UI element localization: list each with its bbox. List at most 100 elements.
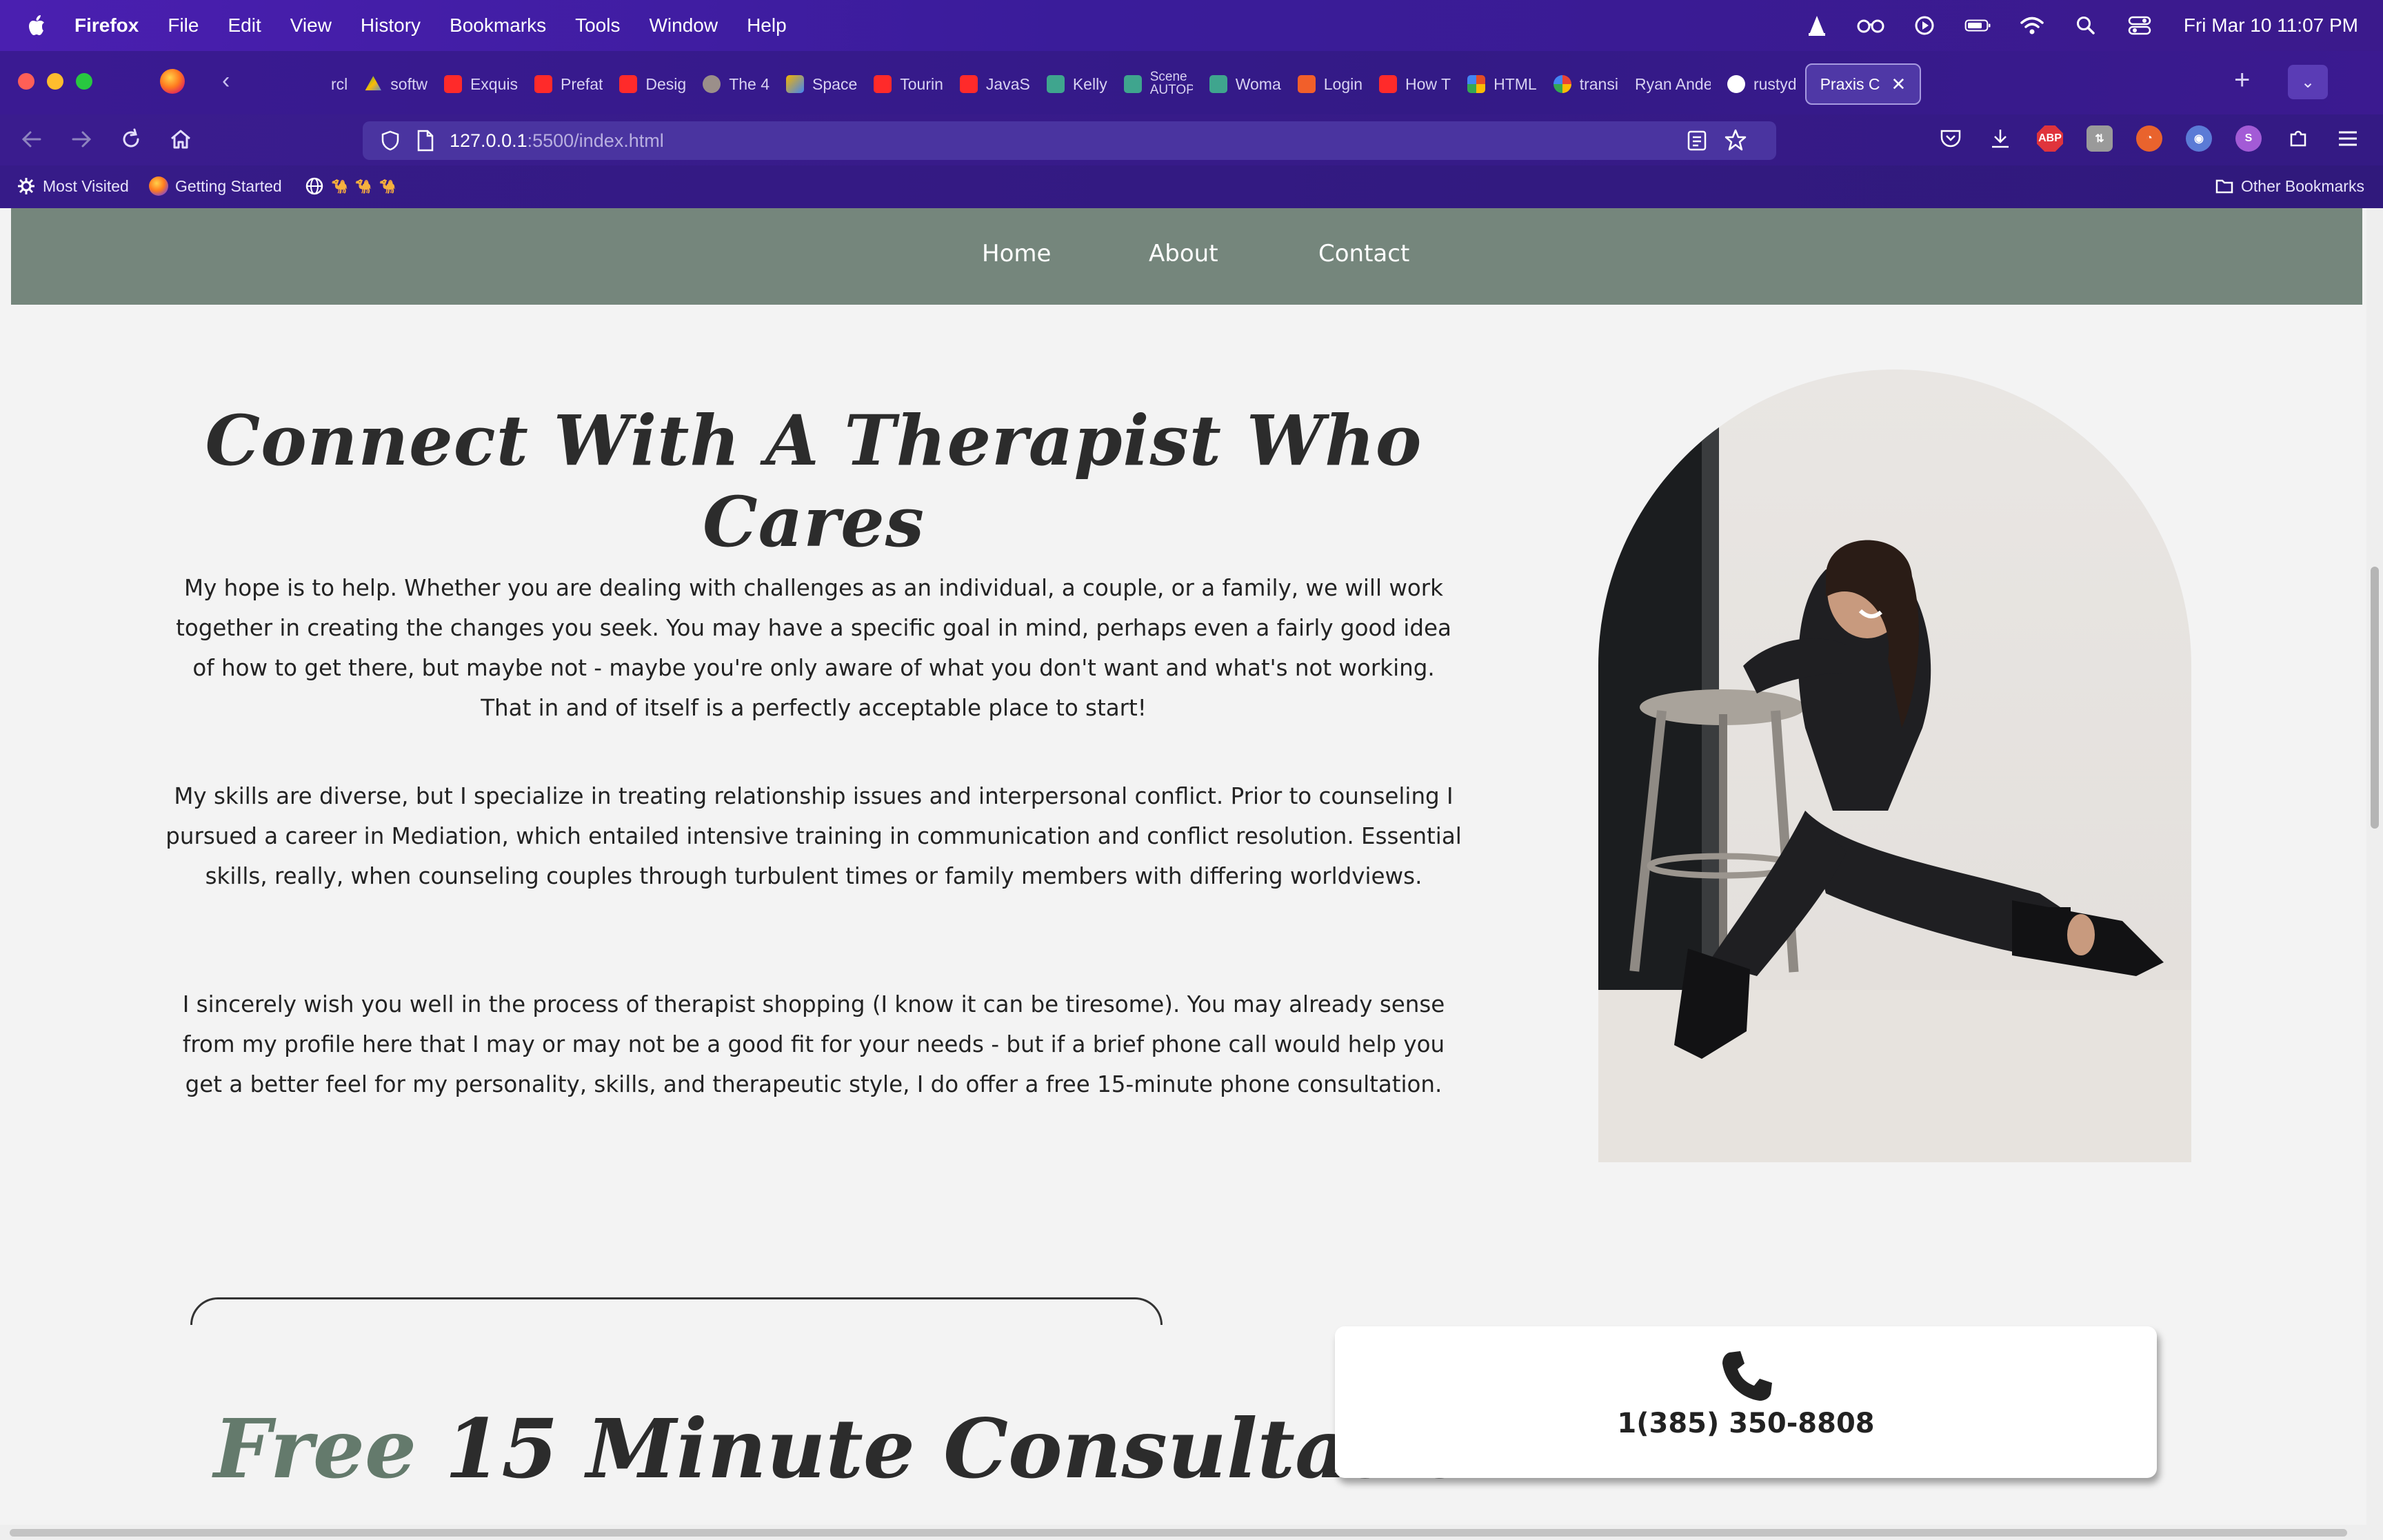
tab-active[interactable]: Praxis C ✕: [1804, 63, 1922, 105]
reload-button[interactable]: [119, 127, 143, 156]
tab[interactable]: Scene AUTOPI: [1116, 63, 1201, 105]
menu-edit[interactable]: Edit: [228, 14, 261, 37]
tab-strip: ‹ rcl softw Exquis Prefat Desig The 4 Sp…: [0, 51, 2383, 114]
page-info-icon[interactable]: [416, 130, 434, 152]
menu-bookmarks[interactable]: Bookmarks: [450, 14, 546, 37]
vertical-scrollbar[interactable]: [2366, 208, 2383, 1540]
consultation-paragraph: I sincerely wish you well in the process…: [182, 991, 1445, 1097]
bookmark-getting-started[interactable]: Getting Started: [149, 176, 282, 196]
tab[interactable]: Desig: [611, 63, 694, 105]
wifi-icon[interactable]: [2018, 14, 2046, 37]
tab[interactable]: Ryan Ande: [1627, 63, 1719, 105]
extension-icon[interactable]: ⇅: [2087, 125, 2113, 152]
forward-button[interactable]: [69, 127, 94, 156]
shield-icon[interactable]: [379, 130, 401, 152]
minimize-window-button[interactable]: [47, 73, 63, 90]
nav-link-about[interactable]: About: [1149, 240, 1218, 267]
youtube-icon: [959, 75, 978, 93]
youtube-icon: [1379, 75, 1398, 93]
pocket-icon[interactable]: [1938, 125, 1964, 152]
menu-history[interactable]: History: [361, 14, 421, 37]
macos-menubar: Firefox File Edit View History Bookmarks…: [0, 0, 2383, 51]
nav-link-home[interactable]: Home: [982, 240, 1051, 267]
apple-menu-icon[interactable]: [23, 12, 51, 39]
glasses-icon[interactable]: [1857, 14, 1884, 37]
fullscreen-window-button[interactable]: [76, 73, 92, 90]
tab[interactable]: Space: [778, 63, 865, 105]
tab[interactable]: Kelly: [1038, 63, 1116, 105]
tab[interactable]: Prefat: [526, 63, 611, 105]
camel-icon: 🐪: [331, 179, 348, 194]
extension-icon[interactable]: ◉: [2186, 125, 2212, 152]
home-button[interactable]: [168, 127, 193, 156]
url-path: :5500/index.html: [527, 130, 664, 151]
horizontal-scrollbar-thumb[interactable]: [10, 1529, 2347, 1537]
menubar-clock[interactable]: Fri Mar 10 11:07 PM: [2184, 14, 2358, 37]
menu-window[interactable]: Window: [649, 14, 718, 37]
psychology-today-icon: [1046, 75, 1065, 93]
control-center-icon[interactable]: [2126, 14, 2153, 37]
tab-label: The 4: [729, 74, 770, 93]
firefox-view-icon[interactable]: [160, 69, 185, 94]
tab[interactable]: HTML: [1459, 63, 1545, 105]
vlc-icon[interactable]: [1803, 14, 1831, 37]
space-favicon-icon: [786, 75, 805, 93]
downloads-icon[interactable]: [1987, 125, 2013, 152]
phone-number[interactable]: 1(385) 350-8808: [1335, 1408, 2157, 1439]
address-bar[interactable]: 127.0.0.1:5500/index.html: [363, 121, 1776, 160]
tab[interactable]: Woma: [1201, 63, 1289, 105]
horizontal-scrollbar[interactable]: [0, 1525, 2366, 1540]
tab[interactable]: rustyd: [1719, 63, 1805, 105]
app-menu-icon[interactable]: [2335, 125, 2361, 152]
url-text[interactable]: 127.0.0.1:5500/index.html: [450, 130, 664, 152]
tab[interactable]: Login: [1289, 63, 1371, 105]
window-controls: [18, 73, 92, 90]
menu-file[interactable]: File: [168, 14, 199, 37]
bookmark-other-bookmarks[interactable]: Other Bookmarks: [2215, 176, 2364, 196]
chevron-left-icon[interactable]: ‹: [222, 68, 230, 94]
tab[interactable]: transi: [1545, 63, 1627, 105]
new-tab-button[interactable]: +: [2234, 65, 2250, 96]
bookmark-folder-globe[interactable]: 🐪 🐪 🐪: [305, 176, 396, 196]
close-window-button[interactable]: [18, 73, 34, 90]
back-button[interactable]: [19, 127, 44, 156]
menu-tools[interactable]: Tools: [575, 14, 620, 37]
extension-icon[interactable]: S: [2235, 125, 2262, 152]
nav-link-contact[interactable]: Contact: [1318, 240, 1409, 267]
list-all-tabs-button[interactable]: ⌄: [2288, 65, 2328, 99]
gear-icon: [18, 178, 34, 194]
menu-app-firefox[interactable]: Firefox: [74, 14, 139, 37]
tab[interactable]: The 4: [694, 63, 778, 105]
consultation-divider: [190, 1297, 1163, 1325]
menu-help[interactable]: Help: [747, 14, 787, 37]
bookmark-most-visited[interactable]: Most Visited: [17, 176, 129, 196]
tab[interactable]: JavaS: [952, 63, 1038, 105]
adblock-plus-icon[interactable]: ABP: [2037, 125, 2063, 152]
tab[interactable]: Tourin: [865, 63, 952, 105]
phone-card[interactable]: 1(385) 350-8808: [1335, 1326, 2157, 1478]
camel-icon: 🐪: [354, 179, 372, 194]
skills-paragraph: My skills are diverse, but I specialize …: [165, 783, 1462, 889]
play-circle-icon[interactable]: [1911, 14, 1938, 37]
close-tab-icon[interactable]: ✕: [1891, 74, 1907, 95]
tab[interactable]: softw: [356, 63, 436, 105]
duckduckgo-icon[interactable]: ◔: [2136, 125, 2162, 152]
battery-icon[interactable]: [1964, 14, 1992, 37]
toolbar-extensions: ABP ⇅ ◔ ◉ S: [1938, 125, 2361, 152]
tab[interactable]: Exquis: [436, 63, 526, 105]
camel-icon: 🐪: [379, 179, 396, 194]
folder-icon: [2215, 179, 2233, 194]
bookmark-label: Getting Started: [175, 176, 282, 195]
vertical-scrollbar-thumb[interactable]: [2371, 567, 2379, 829]
google-drive-icon: [365, 76, 381, 91]
menu-view[interactable]: View: [290, 14, 332, 37]
tab[interactable]: How T: [1371, 63, 1459, 105]
reader-view-icon[interactable]: [1687, 130, 1707, 152]
intro-paragraph: My hope is to help. Whether you are deal…: [176, 575, 1451, 721]
globe-icon: [305, 177, 323, 195]
bookmark-star-icon[interactable]: [1724, 128, 1747, 152]
extensions-puzzle-icon[interactable]: [2285, 125, 2311, 152]
consultation-title: Free 15 Minute Consultation: [214, 1401, 1529, 1497]
tab[interactable]: rcl: [296, 63, 356, 105]
spotlight-search-icon[interactable]: [2072, 14, 2100, 37]
